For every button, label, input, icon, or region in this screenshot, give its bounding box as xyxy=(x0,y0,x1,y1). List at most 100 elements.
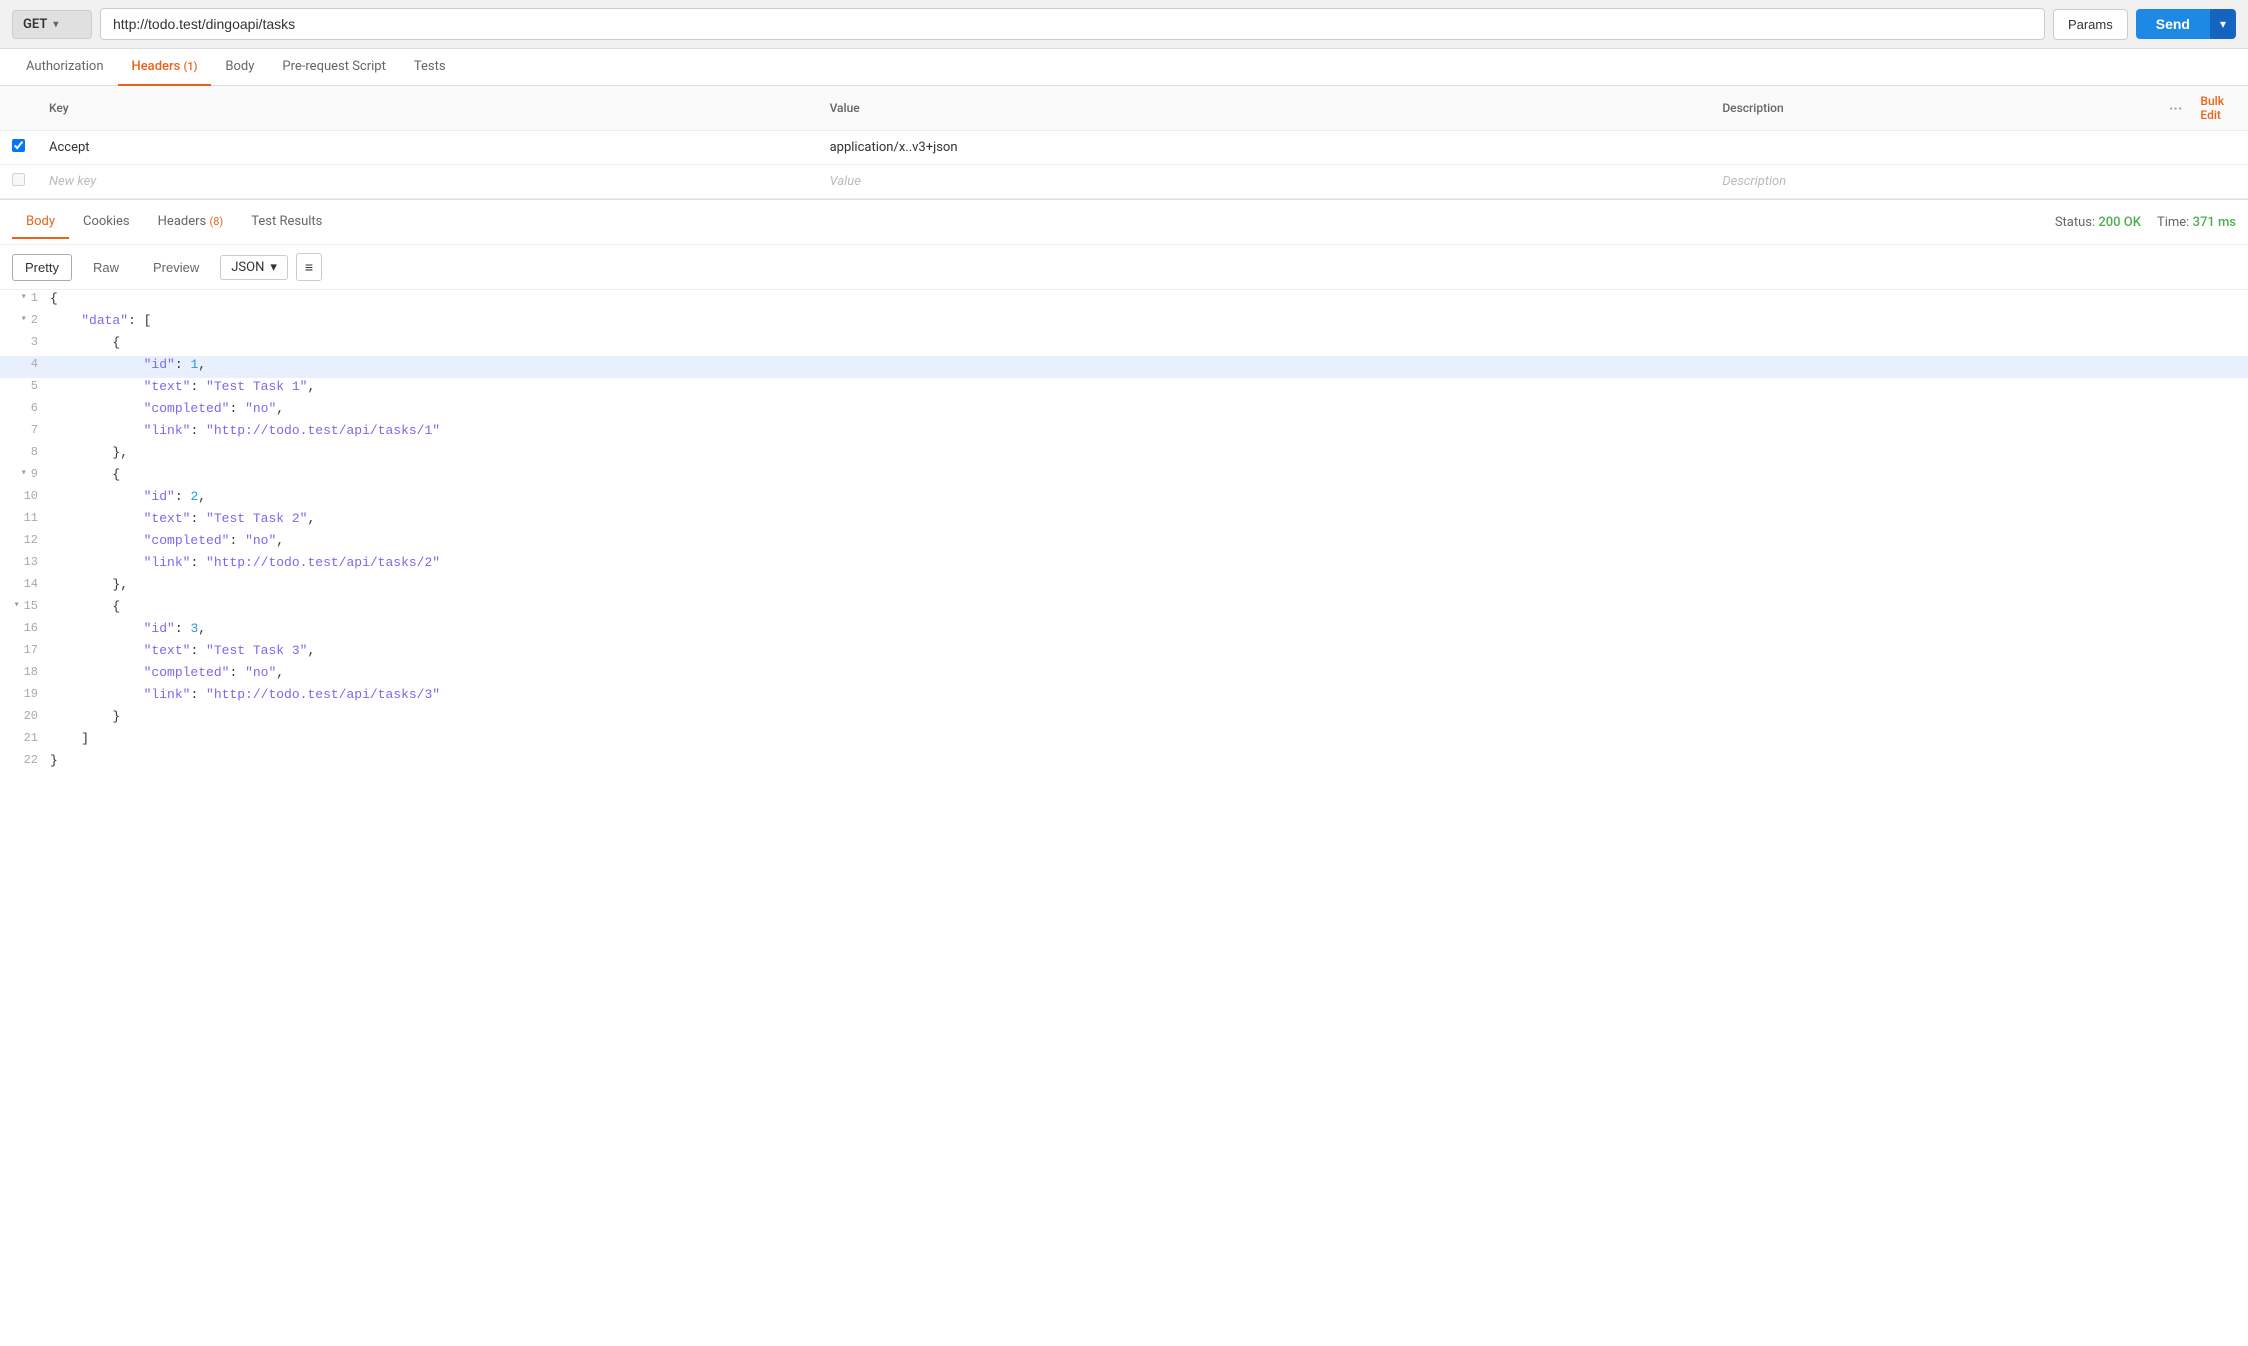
header-row-accept: Accept application/x..v3+json xyxy=(0,131,2248,165)
resp-tab-headers-label: Headers xyxy=(158,214,207,229)
app-container: GET ▾ Params Send ▾ Authorization Header… xyxy=(0,0,2248,1346)
line-number-14: 14 xyxy=(0,576,50,598)
method-label: GET xyxy=(23,17,47,32)
tab-tests-label: Tests xyxy=(414,59,446,74)
line-number-19: 19 xyxy=(0,686,50,708)
code-content-14: }, xyxy=(50,576,2248,598)
tab-authorization[interactable]: Authorization xyxy=(12,49,118,86)
new-description-cell[interactable]: Description xyxy=(1710,165,2157,199)
tab-headers[interactable]: Headers (1) xyxy=(118,49,212,86)
accept-checkbox[interactable] xyxy=(12,139,25,152)
code-content-17: "text": "Test Task 3", xyxy=(50,642,2248,664)
description-col-header: Description xyxy=(1710,86,2157,131)
line-number-17: 17 xyxy=(0,642,50,664)
code-line-6: 6 "completed": "no", xyxy=(0,400,2248,422)
line-number-13: 13 xyxy=(0,554,50,576)
tab-headers-label: Headers xyxy=(132,59,181,74)
headers-section: Key Value Description ··· Bulk Edit xyxy=(0,86,2248,199)
resp-tab-test-results-label: Test Results xyxy=(251,214,322,229)
method-chevron: ▾ xyxy=(53,19,58,30)
value-col-header: Value xyxy=(818,86,1711,131)
response-body-toolbar: Pretty Raw Preview JSON ▾ ≡ xyxy=(0,245,2248,290)
accept-checkbox-cell xyxy=(0,131,37,165)
top-bar: GET ▾ Params Send ▾ xyxy=(0,0,2248,49)
format-label: JSON xyxy=(231,260,264,275)
wrap-button[interactable]: ≡ xyxy=(296,253,322,281)
tab-authorization-label: Authorization xyxy=(26,59,104,74)
resp-tab-cookies[interactable]: Cookies xyxy=(69,206,144,239)
format-selector[interactable]: JSON ▾ xyxy=(220,255,288,280)
code-line-12: 12 "completed": "no", xyxy=(0,532,2248,554)
code-line-1: ▾1{ xyxy=(0,290,2248,312)
new-description-placeholder: Description xyxy=(1722,174,1786,189)
line-number-6: 6 xyxy=(0,400,50,422)
line-number-21: 21 xyxy=(0,730,50,752)
code-content-15: { xyxy=(50,598,2248,620)
code-line-5: 5 "text": "Test Task 1", xyxy=(0,378,2248,400)
headers-table: Key Value Description ··· Bulk Edit xyxy=(0,86,2248,199)
method-selector[interactable]: GET ▾ xyxy=(12,10,92,39)
resp-tab-test-results[interactable]: Test Results xyxy=(237,206,336,239)
time-value: 371 ms xyxy=(2193,215,2236,230)
new-value-cell[interactable]: Value xyxy=(818,165,1711,199)
line-number-12: 12 xyxy=(0,532,50,554)
code-line-13: 13 "link": "http://todo.test/api/tasks/2… xyxy=(0,554,2248,576)
accept-key-cell[interactable]: Accept xyxy=(37,131,818,165)
code-line-22: 22} xyxy=(0,752,2248,774)
tab-prerequest[interactable]: Pre-request Script xyxy=(268,49,399,86)
send-dropdown-button[interactable]: ▾ xyxy=(2210,9,2236,39)
code-content-10: "id": 2, xyxy=(50,488,2248,510)
code-line-4: 4 "id": 1, xyxy=(0,356,2248,378)
code-line-3: 3 { xyxy=(0,334,2248,356)
send-button[interactable]: Send xyxy=(2136,9,2210,39)
code-content-11: "text": "Test Task 2", xyxy=(50,510,2248,532)
code-content-19: "link": "http://todo.test/api/tasks/3" xyxy=(50,686,2248,708)
code-line-20: 20 } xyxy=(0,708,2248,730)
response-status: Status: 200 OK Time: 371 ms xyxy=(2055,215,2236,230)
resp-tab-cookies-label: Cookies xyxy=(83,214,130,229)
response-tabs: Body Cookies Headers (8) Test Results xyxy=(12,206,336,238)
resp-tab-body[interactable]: Body xyxy=(12,206,69,239)
fold-arrow-1[interactable]: ▾ xyxy=(21,291,27,303)
code-line-7: 7 "link": "http://todo.test/api/tasks/1" xyxy=(0,422,2248,444)
code-content-5: "text": "Test Task 1", xyxy=(50,378,2248,400)
more-options-icon[interactable]: ··· xyxy=(2169,99,2183,118)
new-key-placeholder: New key xyxy=(49,174,96,189)
line-number-5: 5 xyxy=(0,378,50,400)
code-content-18: "completed": "no", xyxy=(50,664,2248,686)
accept-value-cell[interactable]: application/x..v3+json xyxy=(818,131,1711,165)
code-line-11: 11 "text": "Test Task 2", xyxy=(0,510,2248,532)
url-input[interactable] xyxy=(100,8,2045,40)
tab-tests[interactable]: Tests xyxy=(400,49,460,86)
code-line-14: 14 }, xyxy=(0,576,2248,598)
tab-prerequest-label: Pre-request Script xyxy=(282,59,385,74)
params-button[interactable]: Params xyxy=(2053,9,2128,40)
code-content-21: ] xyxy=(50,730,2248,752)
wrap-icon: ≡ xyxy=(305,259,313,275)
code-line-9: ▾9 { xyxy=(0,466,2248,488)
pretty-view-button[interactable]: Pretty xyxy=(12,254,72,281)
send-btn-group: Send ▾ xyxy=(2136,9,2236,39)
request-tabs: Authorization Headers (1) Body Pre-reque… xyxy=(0,49,2248,86)
fold-arrow-9[interactable]: ▾ xyxy=(21,467,27,479)
code-content-6: "completed": "no", xyxy=(50,400,2248,422)
line-number-11: 11 xyxy=(0,510,50,532)
fold-arrow-15[interactable]: ▾ xyxy=(14,599,20,611)
code-content-8: }, xyxy=(50,444,2248,466)
preview-view-button[interactable]: Preview xyxy=(140,254,212,281)
code-line-10: 10 "id": 2, xyxy=(0,488,2248,510)
bulk-edit-link[interactable]: Bulk Edit xyxy=(2200,94,2232,122)
code-content-12: "completed": "no", xyxy=(50,532,2248,554)
new-key-cell[interactable]: New key xyxy=(37,165,818,199)
line-number-10: 10 xyxy=(0,488,50,510)
response-section: Body Cookies Headers (8) Test Results St… xyxy=(0,199,2248,774)
code-line-21: 21 ] xyxy=(0,730,2248,752)
fold-arrow-2[interactable]: ▾ xyxy=(21,313,27,325)
code-line-16: 16 "id": 3, xyxy=(0,620,2248,642)
code-line-15: ▾15 { xyxy=(0,598,2248,620)
resp-tab-headers[interactable]: Headers (8) xyxy=(144,206,238,239)
code-content-9: { xyxy=(50,466,2248,488)
raw-view-button[interactable]: Raw xyxy=(80,254,132,281)
tab-body[interactable]: Body xyxy=(211,49,268,86)
status-value: 200 OK xyxy=(2098,215,2141,230)
